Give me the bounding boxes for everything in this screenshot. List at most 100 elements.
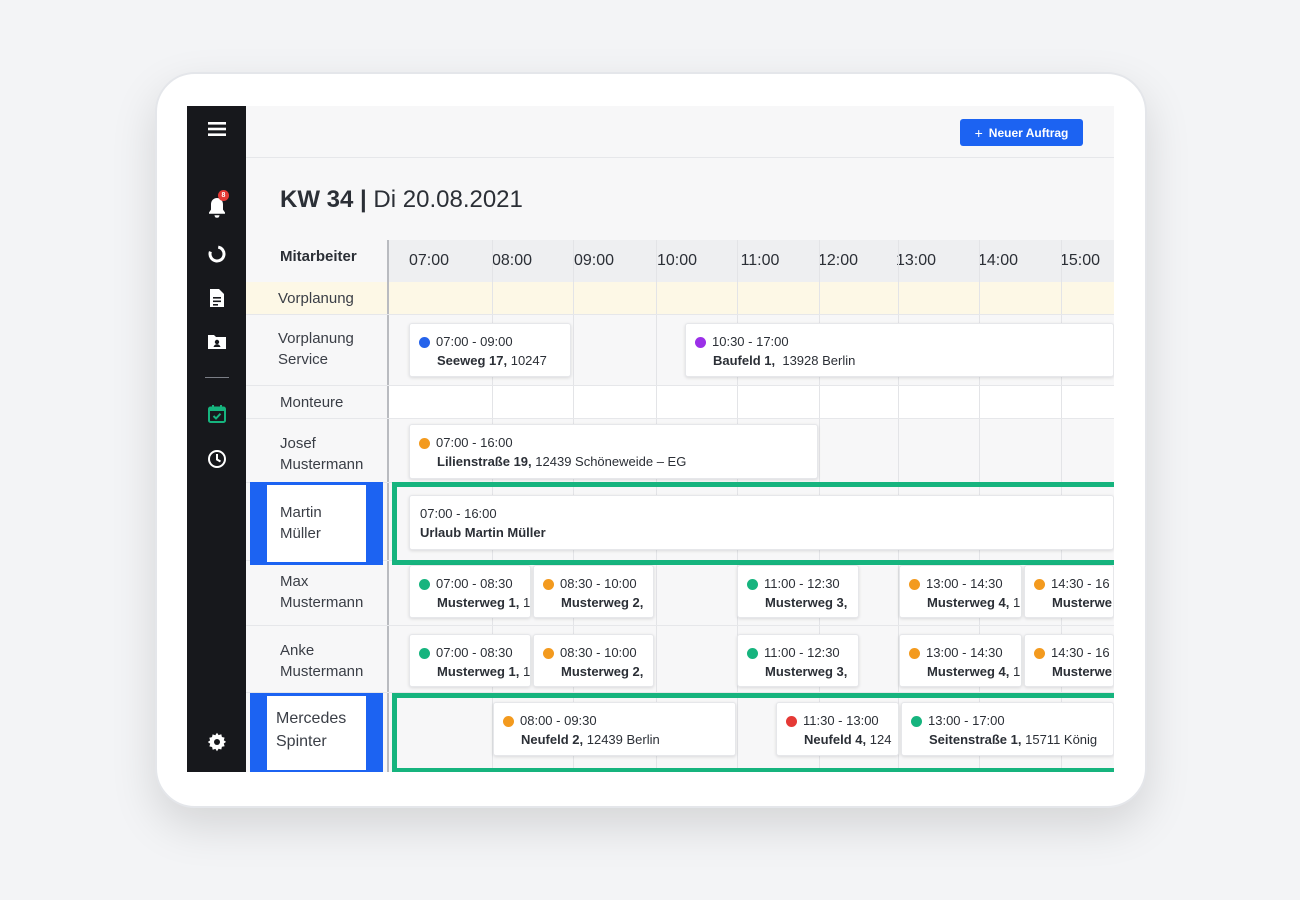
- hour-header: 07:00 08:00 09:00 10:00 11:00 12:00 13:0…: [388, 240, 1114, 282]
- event-address-rest: 12439 Schöneweide – EG: [531, 454, 687, 469]
- event-time: 08:30 - 10:00: [560, 645, 637, 660]
- hour-label: 07:00: [408, 252, 450, 269]
- title-separator: |: [360, 186, 367, 213]
- contact-folder-icon[interactable]: [187, 327, 246, 355]
- top-bar: + Neuer Auftrag: [246, 106, 1114, 158]
- event-card-vacation[interactable]: 07:00 - 16:00 Urlaub Martin Müller: [409, 495, 1114, 550]
- sidebar-divider: [205, 377, 229, 378]
- event-title: Urlaub Martin Müller: [420, 525, 546, 540]
- sidebar: 8: [187, 106, 246, 772]
- row-divider: [246, 418, 1114, 419]
- hour-label: 13:00: [895, 252, 937, 269]
- row-label-vorplanung: Vorplanung: [278, 290, 354, 307]
- status-dot: [543, 647, 554, 659]
- status-dot: [419, 647, 430, 659]
- app-screen: 8 + Neuer Auftrag KW 34 | Di 20.08.2021 …: [187, 106, 1114, 772]
- event-card[interactable]: 07:00 - 08:30 Musterweg 1, 1: [409, 565, 531, 618]
- event-time: 14:30 - 16: [1051, 576, 1110, 591]
- event-street: Musterweg 2,: [561, 664, 644, 679]
- event-address-rest: 13928 Berlin: [775, 353, 856, 368]
- status-dot: [1034, 647, 1045, 659]
- gear-icon[interactable]: [187, 728, 246, 756]
- main-content: + Neuer Auftrag KW 34 | Di 20.08.2021 07…: [246, 106, 1114, 772]
- hour-label: 08:00: [491, 252, 533, 269]
- row-divider: [246, 625, 1114, 626]
- event-card[interactable]: 08:30 - 10:00 Musterweg 2,: [533, 634, 654, 687]
- row-label-vorplanung-service: Vorplanung Service: [278, 330, 354, 368]
- status-dot: [909, 647, 920, 659]
- event-card[interactable]: 13:00 - 17:00 Seitenstraße 1, 15711 Köni…: [901, 702, 1114, 756]
- status-dot: [747, 647, 758, 659]
- status-dot: [911, 715, 922, 727]
- event-street: Musterweg 1,: [437, 595, 520, 610]
- event-card[interactable]: 08:00 - 09:30 Neufeld 2, 12439 Berlin: [493, 702, 736, 756]
- event-time: 08:00 - 09:30: [520, 713, 597, 728]
- hour-label: 10:00: [656, 252, 698, 269]
- event-time: 14:30 - 16: [1051, 645, 1110, 660]
- event-address-rest: 1: [1009, 664, 1021, 679]
- event-card[interactable]: 10:30 - 17:00 Baufeld 1, 13928 Berlin: [685, 323, 1114, 377]
- event-address-rest: 15711 König: [1021, 732, 1098, 747]
- event-card[interactable]: 07:00 - 09:00 Seeweg 17, 10247: [409, 323, 571, 377]
- hour-label: 14:00: [977, 252, 1019, 269]
- row-label-anke[interactable]: Anke Mustermann: [280, 640, 363, 682]
- event-street: Musterweg 3,: [765, 595, 848, 610]
- hour-label: 12:00: [817, 252, 859, 269]
- event-street: Musterweg 2,: [561, 595, 644, 610]
- row-label-max[interactable]: Max Mustermann: [280, 571, 363, 613]
- event-street: Musterwe: [1052, 595, 1112, 610]
- hour-label: 09:00: [573, 252, 615, 269]
- event-card[interactable]: 08:30 - 10:00 Musterweg 2,: [533, 565, 654, 618]
- event-card[interactable]: 07:00 - 08:30 Musterweg 1, 1: [409, 634, 531, 687]
- event-street: Musterweg 4,: [927, 664, 1010, 679]
- hour-label: 15:00: [1059, 252, 1101, 269]
- event-address-rest: 12439 Berlin: [583, 732, 660, 747]
- event-card[interactable]: 11:30 - 13:00 Neufeld 4, 124: [776, 702, 899, 756]
- event-card[interactable]: 11:00 - 12:30 Musterweg 3,: [737, 634, 859, 687]
- monteure-band: [389, 386, 1114, 418]
- event-street: Musterweg 4,: [927, 595, 1010, 610]
- status-dot: [1034, 578, 1045, 590]
- event-street: Seitenstraße 1,: [929, 732, 1022, 747]
- calendar-check-icon[interactable]: [187, 400, 246, 428]
- status-dot: [909, 578, 920, 590]
- status-dot: [503, 715, 514, 727]
- event-card[interactable]: 13:00 - 14:30 Musterweg 4, 1: [899, 634, 1022, 687]
- event-time: 11:30 - 13:00: [803, 713, 879, 728]
- event-time: 13:00 - 17:00: [928, 713, 1005, 728]
- event-street: Musterweg 3,: [765, 664, 848, 679]
- date-label: Di 20.08.2021: [373, 186, 523, 213]
- event-card[interactable]: 14:30 - 16 Musterwe: [1024, 634, 1114, 687]
- row-label-mercedes[interactable]: Mercedes Spinter: [276, 707, 346, 753]
- event-street: Lilienstraße 19,: [437, 454, 532, 469]
- event-time: 13:00 - 14:30: [926, 645, 1003, 660]
- notification-badge: 8: [218, 190, 229, 201]
- event-card[interactable]: 14:30 - 16 Musterwe: [1024, 565, 1114, 618]
- menu-icon[interactable]: [187, 115, 246, 143]
- event-card[interactable]: 07:00 - 16:00 Lilienstraße 19, 12439 Sch…: [409, 424, 818, 479]
- hour-label: 11:00: [740, 252, 780, 269]
- event-street: Neufeld 2,: [521, 732, 584, 747]
- event-time: 07:00 - 09:00: [436, 334, 513, 349]
- event-address-rest: 1: [519, 595, 531, 610]
- column-header-mitarbeiter: Mitarbeiter: [280, 248, 357, 265]
- event-street: Neufeld 4,: [804, 732, 867, 747]
- event-street: Musterweg 1,: [437, 664, 520, 679]
- event-street: Seeweg 17,: [437, 353, 508, 368]
- document-icon[interactable]: [187, 284, 246, 312]
- row-divider: [246, 385, 1114, 386]
- clock-icon[interactable]: [187, 445, 246, 473]
- status-dot: [419, 437, 430, 449]
- event-card[interactable]: 13:00 - 14:30 Musterweg 4, 1: [899, 565, 1022, 618]
- row-label-josef[interactable]: Josef Mustermann: [280, 433, 363, 475]
- event-time: 07:00 - 08:30: [436, 645, 513, 660]
- donut-chart-icon[interactable]: [187, 240, 246, 268]
- event-card[interactable]: 11:00 - 12:30 Musterweg 3,: [737, 565, 859, 618]
- event-address-rest: 124: [866, 732, 892, 747]
- event-address-rest: 1: [519, 664, 531, 679]
- row-label-martin[interactable]: Martin Müller: [280, 502, 322, 544]
- bell-icon[interactable]: 8: [187, 190, 246, 222]
- status-dot: [786, 715, 797, 727]
- new-order-button[interactable]: + Neuer Auftrag: [960, 119, 1083, 146]
- event-street: Baufeld 1,: [713, 353, 776, 368]
